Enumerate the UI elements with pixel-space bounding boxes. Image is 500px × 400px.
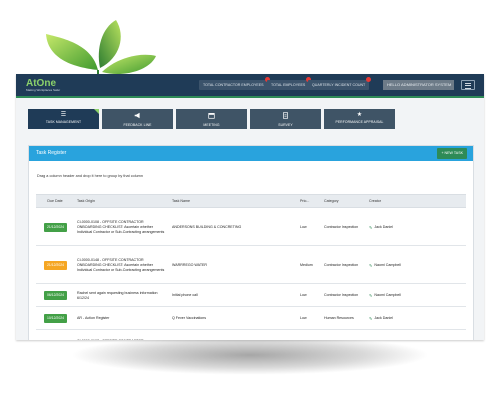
quarterly-incident-count-button[interactable]: QUARTERLY INCIDENT COUNT: [308, 77, 372, 90]
list-icon: ☰: [60, 112, 67, 118]
creator-cell: ✎ Naomi Campbell: [366, 284, 466, 306]
column-header-task-origin[interactable]: Task Origin: [74, 195, 169, 207]
group-by-hint: Drag a column header and drop it here to…: [37, 174, 143, 178]
category-cell: Contractor Inspection: [324, 293, 359, 297]
category-cell: Contractor Inspection: [324, 262, 359, 267]
top-navbar: AtOne Making Workplaces Safer TOTAL CONT…: [16, 74, 484, 98]
task-name-cell: ANDERSONS BUILDING & CONCRETING: [172, 224, 242, 229]
pencil-icon: ✎: [369, 224, 373, 230]
table-row[interactable]: 10/12/2024 AR - Action Register Q Fever …: [36, 307, 466, 330]
task-origin-cell: CI-0000-0107 - OFFSITE CONTRACTOR: [74, 330, 169, 340]
category-cell: Contractor Inspection: [324, 224, 359, 229]
task-origin-cell: Rachel sent again requesting business in…: [77, 290, 158, 300]
column-header-task-name[interactable]: Task Name: [169, 195, 297, 207]
due-date-badge: 10/12/2024: [44, 314, 67, 323]
pencil-icon: ✎: [369, 293, 373, 298]
total-employees-button[interactable]: TOTAL EMPLOYEES: [267, 77, 312, 90]
tile-task-management[interactable]: ☰ TASK MANAGEMENT: [28, 109, 99, 129]
tile-label: MEETING: [203, 123, 220, 127]
due-date-badge: 21/12/2024: [44, 222, 67, 232]
task-register-panel: Task Register + NEW TASK Drag a column h…: [28, 145, 474, 340]
priority-cell: Low: [300, 316, 307, 320]
grid-header-row: Due Date Task Origin Task Name Prio... C…: [36, 195, 466, 208]
task-origin-cell: AR - Action Register: [77, 316, 110, 320]
survey-icon: [250, 109, 321, 123]
task-grid: Due Date Task Origin Task Name Prio... C…: [36, 194, 466, 340]
total-contractor-employees-button[interactable]: TOTAL CONTRACTOR EMPLOYEES: [199, 77, 270, 90]
creator-name: Jack Daniel: [374, 224, 393, 229]
tile-survey[interactable]: SURVEY: [250, 109, 321, 129]
column-header-creator[interactable]: Creator: [366, 195, 466, 207]
category-cell: Human Resources: [324, 316, 354, 320]
task-origin-cell: CI-0000-0108 - OFFSITE CONTRACTOR ONBOAR…: [77, 219, 165, 234]
app-logo[interactable]: AtOne Making Workplaces Safer: [26, 78, 60, 92]
due-date-badge: 06/12/2024: [44, 291, 67, 300]
priority-cell: Medium: [300, 262, 313, 267]
task-name-cell: WARRREGO WATER: [172, 262, 208, 267]
top-button-label: TOTAL EMPLOYEES: [271, 83, 306, 87]
tile-feedback-line[interactable]: FEEDBACK LINE: [102, 109, 173, 129]
notification-badge: [366, 77, 372, 82]
table-row[interactable]: CI-0000-0107 - OFFSITE CONTRACTOR: [36, 330, 466, 340]
calendar-icon: [176, 109, 247, 123]
creator-name: Jack Daniel: [374, 316, 393, 320]
tile-label: FEEDBACK LINE: [123, 123, 152, 127]
frame-shadow: [70, 335, 430, 375]
column-header-priority[interactable]: Prio...: [297, 195, 321, 207]
task-name-cell: Q Fever Vaccinations: [172, 316, 207, 320]
tile-label: PERFORMANCE APPRAISAL: [335, 120, 384, 124]
table-row[interactable]: 06/12/2024 Rachel sent again requesting …: [36, 284, 466, 307]
tile-label: TASK MANAGEMENT: [45, 120, 82, 124]
tile-label: SURVEY: [278, 123, 293, 127]
new-task-button[interactable]: + NEW TASK: [437, 148, 467, 159]
app-window: AtOne Making Workplaces Safer TOTAL CONT…: [16, 74, 484, 340]
column-header-due-date[interactable]: Due Date: [36, 195, 74, 207]
tile-meeting[interactable]: MEETING: [176, 109, 247, 129]
top-button-label: TOTAL CONTRACTOR EMPLOYEES: [203, 83, 264, 87]
pencil-icon: ✎: [369, 316, 373, 321]
task-register-header: Task Register + NEW TASK: [29, 146, 473, 161]
top-button-label: QUARTERLY INCIDENT COUNT: [312, 83, 366, 87]
active-corner-marker: [94, 109, 99, 114]
due-date-badge: 21/12/2024: [44, 260, 67, 270]
task-origin-cell: CI-0000-0148 - OFFSITE CONTRACTOR ONBOAR…: [77, 257, 165, 272]
creator-name: Naomi Campbell: [374, 262, 401, 267]
creator-cell: ✎ Jack Daniel: [366, 307, 466, 329]
tile-performance-appraisal[interactable]: ★ PERFORMANCE APPRAISAL: [324, 109, 395, 129]
priority-cell: [297, 330, 321, 340]
priority-cell: Low: [300, 224, 307, 229]
priority-cell: Low: [300, 293, 307, 297]
star-icon: ★: [356, 112, 363, 118]
logo-tagline: Making Workplaces Safer: [26, 88, 61, 92]
category-cell: [321, 330, 366, 340]
task-name-cell: [169, 330, 297, 340]
creator-name: Naomi Campbell: [374, 293, 401, 297]
table-row[interactable]: 21/12/2024 CI-0000-0108 - OFFSITE CONTRA…: [36, 208, 466, 246]
hamburger-menu-icon[interactable]: [461, 80, 475, 90]
creator-cell: [366, 330, 466, 340]
admin-user-button[interactable]: HELLO ADMINISTRATOR SYSTEM: [383, 80, 454, 90]
panel-title: Task Register: [36, 150, 67, 156]
column-header-category[interactable]: Category: [321, 195, 366, 207]
creator-cell: ✎ Jack Daniel: [366, 208, 466, 245]
pencil-icon: ✎: [369, 262, 373, 268]
task-name-cell: Initial phone call: [172, 293, 198, 297]
creator-cell: ✎ Naomi Campbell: [366, 246, 466, 283]
table-row[interactable]: 21/12/2024 CI-0000-0148 - OFFSITE CONTRA…: [36, 246, 466, 284]
megaphone-icon: [102, 109, 173, 123]
leaves-logo: [46, 20, 156, 76]
